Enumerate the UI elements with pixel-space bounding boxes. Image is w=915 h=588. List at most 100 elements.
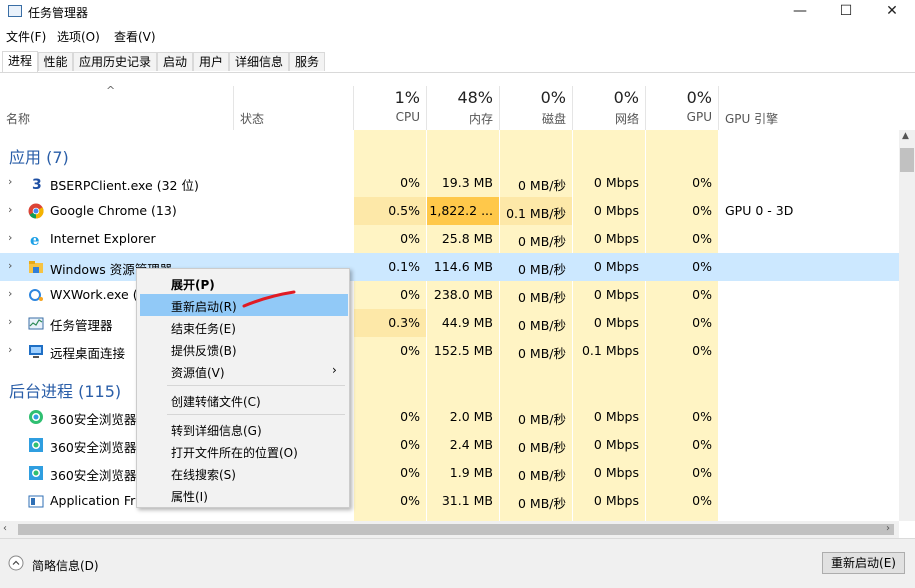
red-annotation-mark	[242, 290, 296, 308]
column-gpu[interactable]: GPU	[646, 110, 712, 124]
collapse-chevron-icon[interactable]	[8, 555, 24, 571]
process-name: 360安全浏览器	[50, 412, 137, 427]
explorer-icon	[29, 261, 43, 273]
memory-value: 152.5 MB	[433, 343, 493, 358]
network-value: 0 Mbps	[593, 493, 639, 508]
expand-chevron-icon[interactable]: ›	[8, 343, 12, 356]
tab-performance[interactable]: 性能	[38, 52, 73, 71]
horizontal-scrollbar[interactable]: ‹ ›	[0, 521, 899, 538]
table-row[interactable]: › Google Chrome (13) 0.5% 1,822.2 ... 0.…	[0, 197, 899, 225]
column-gpu-engine[interactable]: GPU 引擎	[725, 110, 778, 127]
table-row[interactable]: › 任务管理器 0.3% 44.9 MB 0 MB/秒 0 Mbps 0%	[0, 309, 899, 337]
gpu-value: 0%	[692, 231, 712, 246]
minimize-button[interactable]: —	[777, 0, 823, 24]
table-row[interactable]: › 远程桌面连接 0% 152.5 MB 0 MB/秒 0.1 Mbps 0%	[0, 337, 899, 365]
table-row[interactable]: › 3 BSERPClient.exe (32 位) 0% 19.3 MB 0 …	[0, 169, 899, 197]
expand-chevron-icon[interactable]: ›	[8, 259, 12, 272]
title-bar: 任务管理器 — ☐ ✕	[0, 0, 915, 24]
menu-go-to-details[interactable]: 转到详细信息(G)	[171, 422, 262, 439]
cpu-value: 0%	[400, 175, 420, 190]
expand-chevron-icon[interactable]: ›	[8, 315, 12, 328]
disk-value: 0 MB/秒	[518, 412, 566, 427]
window-title: 任务管理器	[28, 6, 89, 20]
scroll-left-icon[interactable]: ‹	[3, 523, 7, 534]
menu-search-online[interactable]: 在线搜索(S)	[171, 466, 236, 483]
close-button[interactable]: ✕	[869, 0, 915, 24]
tab-services[interactable]: 服务	[289, 52, 325, 71]
gpu-value: 0%	[692, 203, 712, 218]
gpu-value: 0%	[692, 493, 712, 508]
table-row[interactable]: › Windows 资源管理器 0.1% 114.6 MB 0 MB/秒 0 M…	[0, 253, 899, 281]
svg-text:3: 3	[32, 177, 42, 191]
column-memory[interactable]: 内存	[427, 110, 493, 127]
menu-view[interactable]: 查看(V)	[114, 28, 156, 45]
column-disk[interactable]: 磁盘	[500, 110, 566, 127]
process-name: 远程桌面连接	[50, 346, 126, 361]
memory-value: 1.9 MB	[449, 465, 493, 480]
wxwork-icon	[29, 289, 43, 301]
memory-value: 114.6 MB	[433, 259, 493, 274]
menu-create-dump[interactable]: 创建转储文件(C)	[171, 393, 261, 410]
menu-file[interactable]: 文件(F)	[6, 28, 46, 45]
application-frame-icon	[28, 495, 44, 508]
disk-value: 0 MB/秒	[518, 468, 566, 483]
expand-chevron-icon[interactable]: ›	[8, 175, 12, 188]
disk-value: 0 MB/秒	[518, 290, 566, 305]
process-name: Application Fra	[50, 493, 143, 508]
tab-startup[interactable]: 启动	[157, 52, 193, 71]
memory-value: 19.3 MB	[441, 175, 493, 190]
process-name: 360安全浏览器	[50, 468, 137, 483]
expand-chevron-icon[interactable]: ›	[8, 203, 12, 216]
menu-expand[interactable]: 展开(P)	[171, 276, 215, 293]
table-row[interactable]: › WXWork.exe ( 0% 238.0 MB 0 MB/秒 0 Mbps…	[0, 281, 899, 309]
menu-feedback[interactable]: 提供反馈(B)	[171, 342, 237, 359]
gpu-value: 0%	[692, 409, 712, 424]
memory-value: 2.0 MB	[449, 409, 493, 424]
scroll-right-icon[interactable]: ›	[886, 523, 890, 534]
memory-value: 2.4 MB	[449, 437, 493, 452]
column-name[interactable]: 名称	[6, 110, 30, 127]
tab-processes[interactable]: 进程	[2, 51, 38, 72]
column-network[interactable]: 网络	[573, 110, 639, 127]
header-divider	[718, 86, 719, 130]
table-row[interactable]: 360安全浏览器 0% 1.9 MB 0 MB/秒 0 Mbps 0%	[0, 459, 899, 487]
tab-app-history[interactable]: 应用历史记录	[73, 52, 157, 71]
table-row[interactable]: › e Internet Explorer 0% 25.8 MB 0 MB/秒 …	[0, 225, 899, 253]
network-value: 0 Mbps	[593, 287, 639, 302]
scroll-thumb[interactable]	[900, 148, 914, 172]
group-apps-title[interactable]: 应用 (7)	[9, 144, 69, 168]
menu-end-task[interactable]: 结束任务(E)	[171, 320, 236, 337]
tab-users[interactable]: 用户	[193, 52, 229, 71]
cpu-value: 0.1%	[388, 259, 420, 274]
horizontal-scroll-thumb[interactable]	[18, 524, 894, 535]
restart-button[interactable]: 重新启动(E)	[822, 552, 905, 574]
expand-chevron-icon[interactable]: ›	[8, 231, 12, 244]
table-row[interactable]: Application Fra 0% 31.1 MB 0 MB/秒 0 Mbps…	[0, 487, 899, 515]
disk-value: 0 MB/秒	[518, 346, 566, 361]
table-row[interactable]: 360安全浏览器 0% 2.4 MB 0 MB/秒 0 Mbps 0%	[0, 431, 899, 459]
remote-desktop-icon	[29, 345, 43, 358]
menu-options[interactable]: 选项(O)	[57, 28, 100, 45]
cpu-value: 0%	[400, 437, 420, 452]
memory-total: 48%	[457, 88, 493, 107]
gpu-value: 0%	[692, 287, 712, 302]
group-background-title[interactable]: 后台进程 (115)	[9, 378, 121, 402]
vertical-scrollbar[interactable]: ▲	[899, 130, 915, 521]
tab-details[interactable]: 详细信息	[229, 52, 289, 71]
column-status[interactable]: 状态	[240, 110, 264, 127]
scroll-up-icon[interactable]: ▲	[902, 131, 909, 141]
menu-resource-values[interactable]: 资源值(V)	[171, 364, 225, 381]
menu-restart[interactable]: 重新启动(R)	[171, 298, 237, 315]
process-name: BSERPClient.exe (32 位)	[50, 178, 199, 193]
table-row[interactable]: 360安全浏览器 0% 2.0 MB 0 MB/秒 0 Mbps 0%	[0, 403, 899, 431]
column-cpu[interactable]: CPU	[354, 110, 420, 124]
menu-open-file-location[interactable]: 打开文件所在的位置(O)	[171, 444, 298, 461]
gpu-value: 0%	[692, 259, 712, 274]
fewer-details-link[interactable]: 简略信息(D)	[32, 557, 99, 574]
column-header: ^ 名称 状态 1% CPU 48% 内存 0% 磁盘 0% 网络 0% GPU…	[0, 84, 899, 130]
menu-properties[interactable]: 属性(I)	[171, 488, 208, 505]
disk-value: 0 MB/秒	[518, 234, 566, 249]
network-value: 0 Mbps	[593, 465, 639, 480]
expand-chevron-icon[interactable]: ›	[8, 287, 12, 300]
maximize-button[interactable]: ☐	[823, 0, 869, 24]
